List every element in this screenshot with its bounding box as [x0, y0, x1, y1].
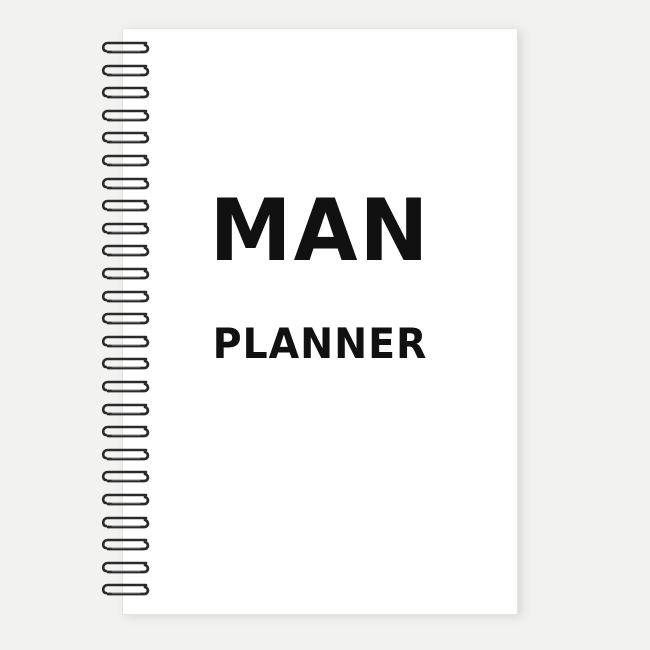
spiral-coil [101, 41, 150, 54]
cover-subtitle: PLANNER [212, 319, 428, 368]
spiral-coil [101, 132, 150, 144]
spiral-coil [101, 471, 150, 483]
spiral-coil [101, 154, 150, 167]
spiral-coil [101, 380, 150, 393]
spiral-binding [100, 40, 156, 600]
spiral-coil [101, 64, 150, 76]
spiral-coil [101, 493, 150, 506]
spiral-coil [101, 290, 150, 302]
spiral-coil [101, 86, 150, 99]
spiral-coil [101, 538, 150, 551]
spiral-coil [101, 403, 150, 415]
spiral-coil [101, 516, 150, 528]
cover-title: MAN [209, 181, 431, 281]
spiral-coil [101, 448, 150, 461]
spiral-coil [101, 584, 150, 596]
spiral-coil [101, 561, 150, 574]
spiral-coil [101, 109, 150, 122]
spiral-coil [101, 425, 150, 438]
product-photo: MAN PLANNER [0, 0, 650, 650]
